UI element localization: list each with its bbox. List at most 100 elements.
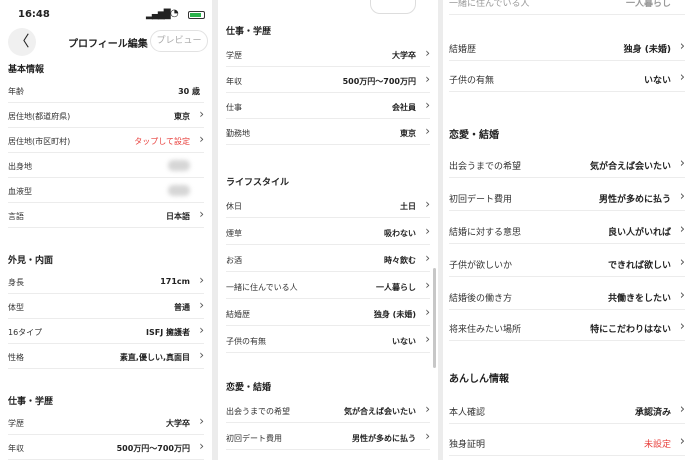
row-city[interactable]: 居住地(市区町村) タップして設定 ›	[8, 128, 204, 153]
row-label: 学歴	[8, 419, 24, 428]
chevron-right-icon: ›	[679, 402, 685, 417]
row-value: 素直,優しい,真面目	[119, 353, 190, 362]
row-16-type[interactable]: 16タイプ ISFJ 擁護者 ›	[8, 319, 204, 344]
row-value: 500万円〜700万円	[116, 444, 190, 453]
row-height[interactable]: 身長 171cm ›	[8, 269, 204, 294]
row-future-residence[interactable]: 将来住みたい場所 特にこだわりはない ›	[449, 312, 685, 341]
row-children[interactable]: 子供の有無 いない ›	[449, 63, 685, 92]
row-job[interactable]: 仕事 会社員 ›	[226, 94, 430, 119]
row-label: 結婚歴	[449, 45, 477, 55]
row-value: いない	[643, 76, 671, 86]
row-smoking[interactable]: 煙草 吸わない ›	[226, 220, 430, 245]
row-label: 子供の有無	[226, 337, 266, 346]
preview-button[interactable]: プレビュー	[150, 30, 208, 52]
chevron-right-icon: ›	[199, 414, 204, 428]
row-value: いない	[392, 337, 416, 346]
row-value: 日本語	[166, 212, 190, 221]
row-label: 結婚後の働き方	[449, 294, 513, 304]
section-basic-info: 基本情報	[8, 65, 45, 75]
row-label: 子供の有無	[449, 76, 495, 86]
row-living-with[interactable]: 一緒に住んでいる人 一人暮らし ›	[226, 274, 430, 299]
row-label: 16タイプ	[8, 328, 43, 337]
row-hometown[interactable]: 出身地	[8, 153, 204, 178]
row-meeting-hope[interactable]: 出会うまでの希望 気が合えば会いたい ›	[449, 149, 685, 178]
status-bar: 16:48 ▂▄▆█ ◔	[0, 0, 212, 24]
row-income[interactable]: 年収 500万円〜700万円 ›	[8, 435, 204, 460]
chevron-right-icon: ›	[679, 70, 685, 85]
row-marriage-intention[interactable]: 結婚に対する意思 良い人がいれば ›	[449, 215, 685, 244]
row-label: 出会うまでの希望	[449, 162, 522, 172]
row-label: 居住地(都道府県)	[8, 112, 71, 121]
row-value: 気が合えば会いたい	[589, 162, 671, 172]
row-value: 171cm	[160, 277, 190, 286]
back-button[interactable]: 〈	[8, 28, 36, 56]
row-children[interactable]: 子供の有無 いない ›	[226, 328, 430, 353]
row-single-certificate[interactable]: 独身証明 未設定 ›	[449, 427, 685, 456]
row-value: 特にこだわりはない	[590, 325, 671, 335]
chevron-right-icon: ›	[425, 402, 430, 416]
chevron-right-icon: ›	[199, 439, 204, 453]
row-language[interactable]: 言語 日本語 ›	[8, 203, 204, 228]
row-label: 一緒に住んでいる人	[226, 283, 298, 292]
section-appearance: 外見・内面	[8, 256, 54, 266]
preview-button-partial[interactable]	[370, 0, 416, 14]
row-education[interactable]: 学歴 大学卒 ›	[8, 410, 204, 435]
chevron-right-icon: ›	[679, 39, 685, 54]
row-label: 出身地	[8, 162, 32, 171]
row-value: 独身 (未婚)	[623, 45, 671, 55]
row-want-children[interactable]: 子供が欲しいか できれば欲しい ›	[449, 248, 685, 277]
row-value: 東京	[174, 112, 190, 121]
row-identity-verification[interactable]: 本人確認 承認済み ›	[449, 395, 685, 424]
row-education[interactable]: 学歴 大学卒 ›	[226, 42, 430, 67]
section-lifestyle: ライフスタイル	[226, 178, 290, 188]
row-value: 吸わない	[384, 229, 416, 238]
row-value: ISFJ 擁護者	[146, 328, 190, 337]
row-value-unset: 未設定	[643, 440, 671, 450]
row-meeting-hope[interactable]: 出会うまでの希望 気が合えば会いたい ›	[226, 398, 430, 423]
chevron-right-icon: ›	[425, 332, 430, 346]
row-value: 土日	[400, 202, 416, 211]
row-marital-history[interactable]: 結婚歴 独身 (未婚) ›	[226, 301, 430, 326]
row-label: 初回デート費用	[226, 434, 282, 443]
chevron-right-icon: ›	[425, 251, 430, 265]
row-value: 良い人がいれば	[607, 228, 671, 238]
row-label: 子供が欲しいか	[449, 261, 513, 271]
row-value: 東京	[400, 129, 416, 138]
row-work-after-marriage[interactable]: 結婚後の働き方 共働きをしたい ›	[449, 281, 685, 310]
row-value-unset: タップして設定	[134, 137, 190, 146]
screen-profile-edit-3: 一緒に住んでいる人 一人暮らし 結婚歴 独身 (未婚) › 子供の有無 いない …	[443, 0, 690, 460]
row-label: 休日	[226, 202, 242, 211]
row-drinking[interactable]: お酒 時々飲む ›	[226, 247, 430, 272]
blurred-value	[168, 185, 190, 196]
row-personality[interactable]: 性格 素直,優しい,真面目 ›	[8, 344, 204, 369]
section-love-marriage: 恋愛・結婚	[449, 130, 499, 141]
row-first-date-cost[interactable]: 初回デート費用 男性が多めに払う ›	[449, 182, 685, 211]
row-label: 将来住みたい場所	[449, 325, 522, 335]
row-living-with-partial[interactable]: 一緒に住んでいる人 一人暮らし	[449, 0, 685, 15]
row-blood-type[interactable]: 血液型	[8, 178, 204, 203]
scrollbar[interactable]	[433, 268, 436, 368]
row-label: 初回デート費用	[449, 195, 513, 205]
nav-bar: 〈 プロフィール編集 プレビュー	[0, 28, 212, 56]
row-label: 結婚に対する意思	[449, 228, 522, 238]
row-holiday[interactable]: 休日 土日 ›	[226, 193, 430, 218]
header-partial	[218, 0, 438, 14]
section-work: 仕事・学歴	[226, 27, 272, 37]
row-body-type[interactable]: 体型 普通 ›	[8, 294, 204, 319]
chevron-right-icon: ›	[425, 46, 430, 60]
row-workplace[interactable]: 勤務地 東京 ›	[226, 120, 430, 145]
row-label: 本人確認	[449, 408, 486, 418]
row-value: 共働きをしたい	[607, 294, 671, 304]
chevron-right-icon: ›	[679, 434, 685, 449]
row-income[interactable]: 年収 500万円〜700万円 ›	[226, 68, 430, 93]
row-label: 体型	[8, 303, 24, 312]
row-marital-history[interactable]: 結婚歴 独身 (未婚) ›	[449, 32, 685, 61]
row-label: 煙草	[226, 229, 242, 238]
row-value: 大学卒	[392, 51, 416, 60]
battery-icon	[188, 11, 205, 19]
chevron-right-icon: ›	[425, 429, 430, 443]
row-prefecture[interactable]: 居住地(都道府県) 東京 ›	[8, 103, 204, 128]
row-first-date-cost[interactable]: 初回デート費用 男性が多めに払う ›	[226, 425, 430, 450]
row-age[interactable]: 年齢 30 歳	[8, 78, 204, 103]
chevron-right-icon: ›	[425, 278, 430, 292]
